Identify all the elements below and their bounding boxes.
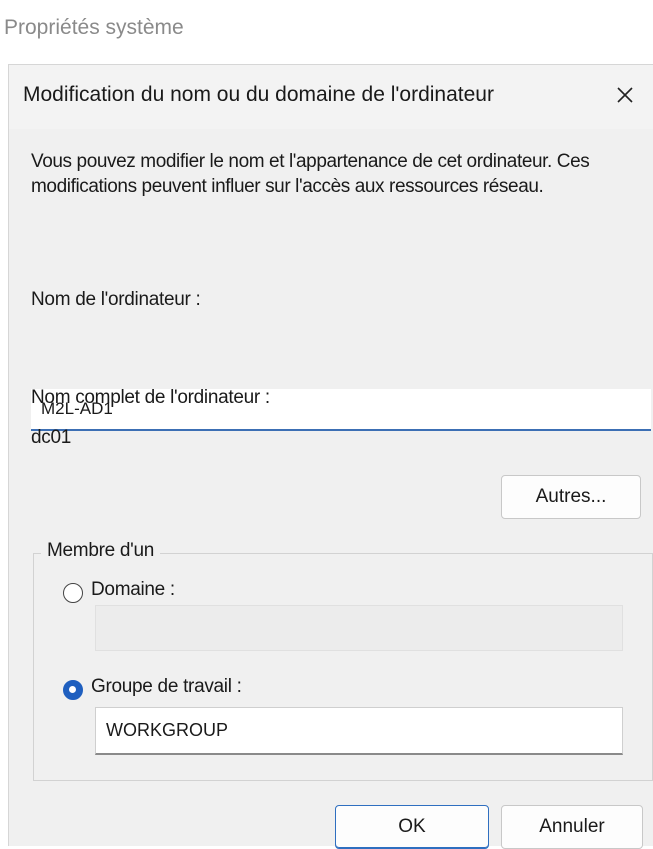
domain-radio[interactable]	[63, 583, 83, 603]
background-window-title: Propriétés système	[4, 16, 184, 39]
dialog-description: Vous pouvez modifier le nom et l'apparte…	[31, 151, 590, 197]
domain-input[interactable]	[95, 605, 623, 651]
domain-label: Domaine :	[91, 579, 175, 600]
member-of-legend: Membre d'un	[41, 540, 160, 562]
computer-name-dialog: Modification du nom ou du domaine de l'o…	[8, 64, 653, 849]
full-name-label: Nom complet de l'ordinateur :	[31, 387, 270, 408]
workgroup-label: Groupe de travail :	[91, 676, 242, 697]
close-icon	[617, 87, 633, 103]
more-button[interactable]: Autres...	[501, 475, 641, 519]
workgroup-input[interactable]	[95, 707, 623, 755]
close-button[interactable]	[603, 75, 647, 115]
computer-name-label: Nom de l'ordinateur :	[31, 289, 201, 310]
cancel-button[interactable]: Annuler	[501, 805, 643, 849]
dialog-title: Modification du nom ou du domaine de l'o…	[23, 83, 494, 106]
ok-button[interactable]: OK	[335, 805, 489, 849]
full-name-value: dc01	[31, 427, 72, 448]
workgroup-radio[interactable]	[63, 680, 83, 700]
